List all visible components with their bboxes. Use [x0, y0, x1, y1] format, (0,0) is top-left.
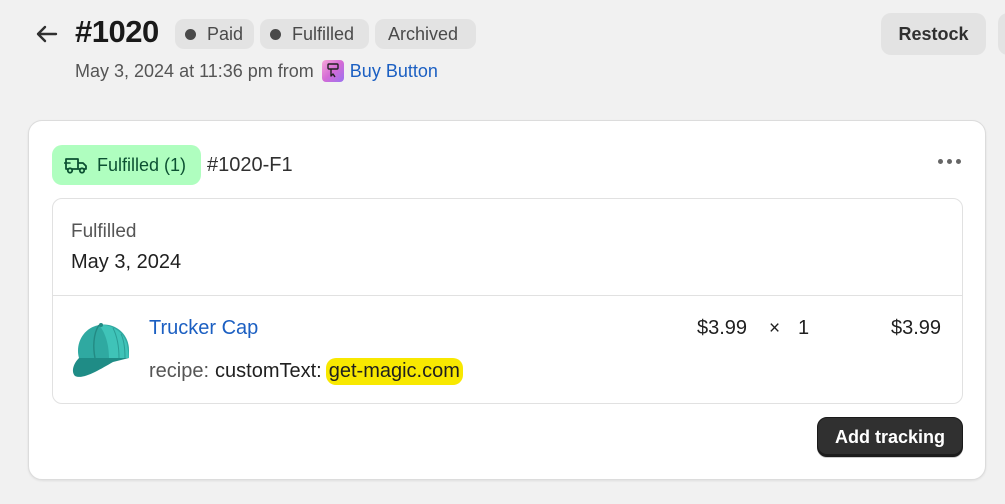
unit-price: $3.99	[697, 317, 748, 339]
status-dot-icon	[185, 28, 196, 40]
more-actions-button[interactable]	[998, 13, 1005, 55]
property-value: get-magic.com	[325, 358, 463, 385]
fulfilled-count-label: Fulfilled (1)	[97, 154, 187, 175]
archived-label: Archived	[388, 23, 459, 44]
payment-status-badge: Paid	[175, 19, 254, 49]
buy-button-icon	[321, 60, 344, 82]
multiply-sign: ×	[769, 318, 781, 339]
line-total: $3.99	[891, 317, 942, 339]
quantity: 1	[798, 317, 810, 339]
fulfillment-card: Fulfilled (1) #1020-F1 Fulfilled May 3, …	[28, 120, 986, 480]
sales-channel-link[interactable]: Buy Button	[350, 61, 438, 82]
fulfillment-date: May 3, 2024	[71, 251, 182, 273]
add-tracking-button[interactable]: Add tracking	[817, 417, 963, 457]
order-subtitle: May 3, 2024 at 11:36 pm from Buy Button	[75, 60, 438, 82]
fulfilled-status-pill: Fulfilled (1)	[52, 145, 201, 185]
divider	[53, 295, 962, 296]
line-item-property: recipe: customText: get-magic.com	[149, 358, 463, 385]
property-key: recipe:	[149, 360, 210, 382]
status-dot-icon	[270, 28, 281, 40]
restock-button[interactable]: Restock	[881, 13, 986, 55]
property-value-prefix: customText:	[215, 360, 322, 382]
payment-status-label: Paid	[206, 23, 243, 44]
fulfillment-details: Fulfilled May 3, 2024 Trucker Cap recipe…	[52, 198, 963, 404]
product-link[interactable]: Trucker Cap	[149, 317, 258, 340]
order-date-text: May 3, 2024 at 11:36 pm from	[75, 60, 314, 81]
more-horizontal-icon[interactable]	[934, 149, 964, 173]
fulfillment-status-text: Fulfilled	[71, 221, 137, 242]
arrow-left-icon	[36, 25, 58, 43]
archived-badge: Archived	[375, 19, 476, 49]
fulfillment-status-badge: Fulfilled	[260, 19, 369, 49]
fulfillment-id: #1020-F1	[207, 154, 293, 176]
order-page: #1020 Paid Fulfilled Archived May 3, 202…	[0, 0, 1005, 504]
trucker-cap-image	[72, 323, 129, 377]
fulfillment-status-label: Fulfilled	[292, 23, 355, 44]
order-title: #1020	[75, 14, 159, 49]
back-button[interactable]	[30, 20, 64, 48]
delivery-truck-icon	[64, 158, 87, 174]
